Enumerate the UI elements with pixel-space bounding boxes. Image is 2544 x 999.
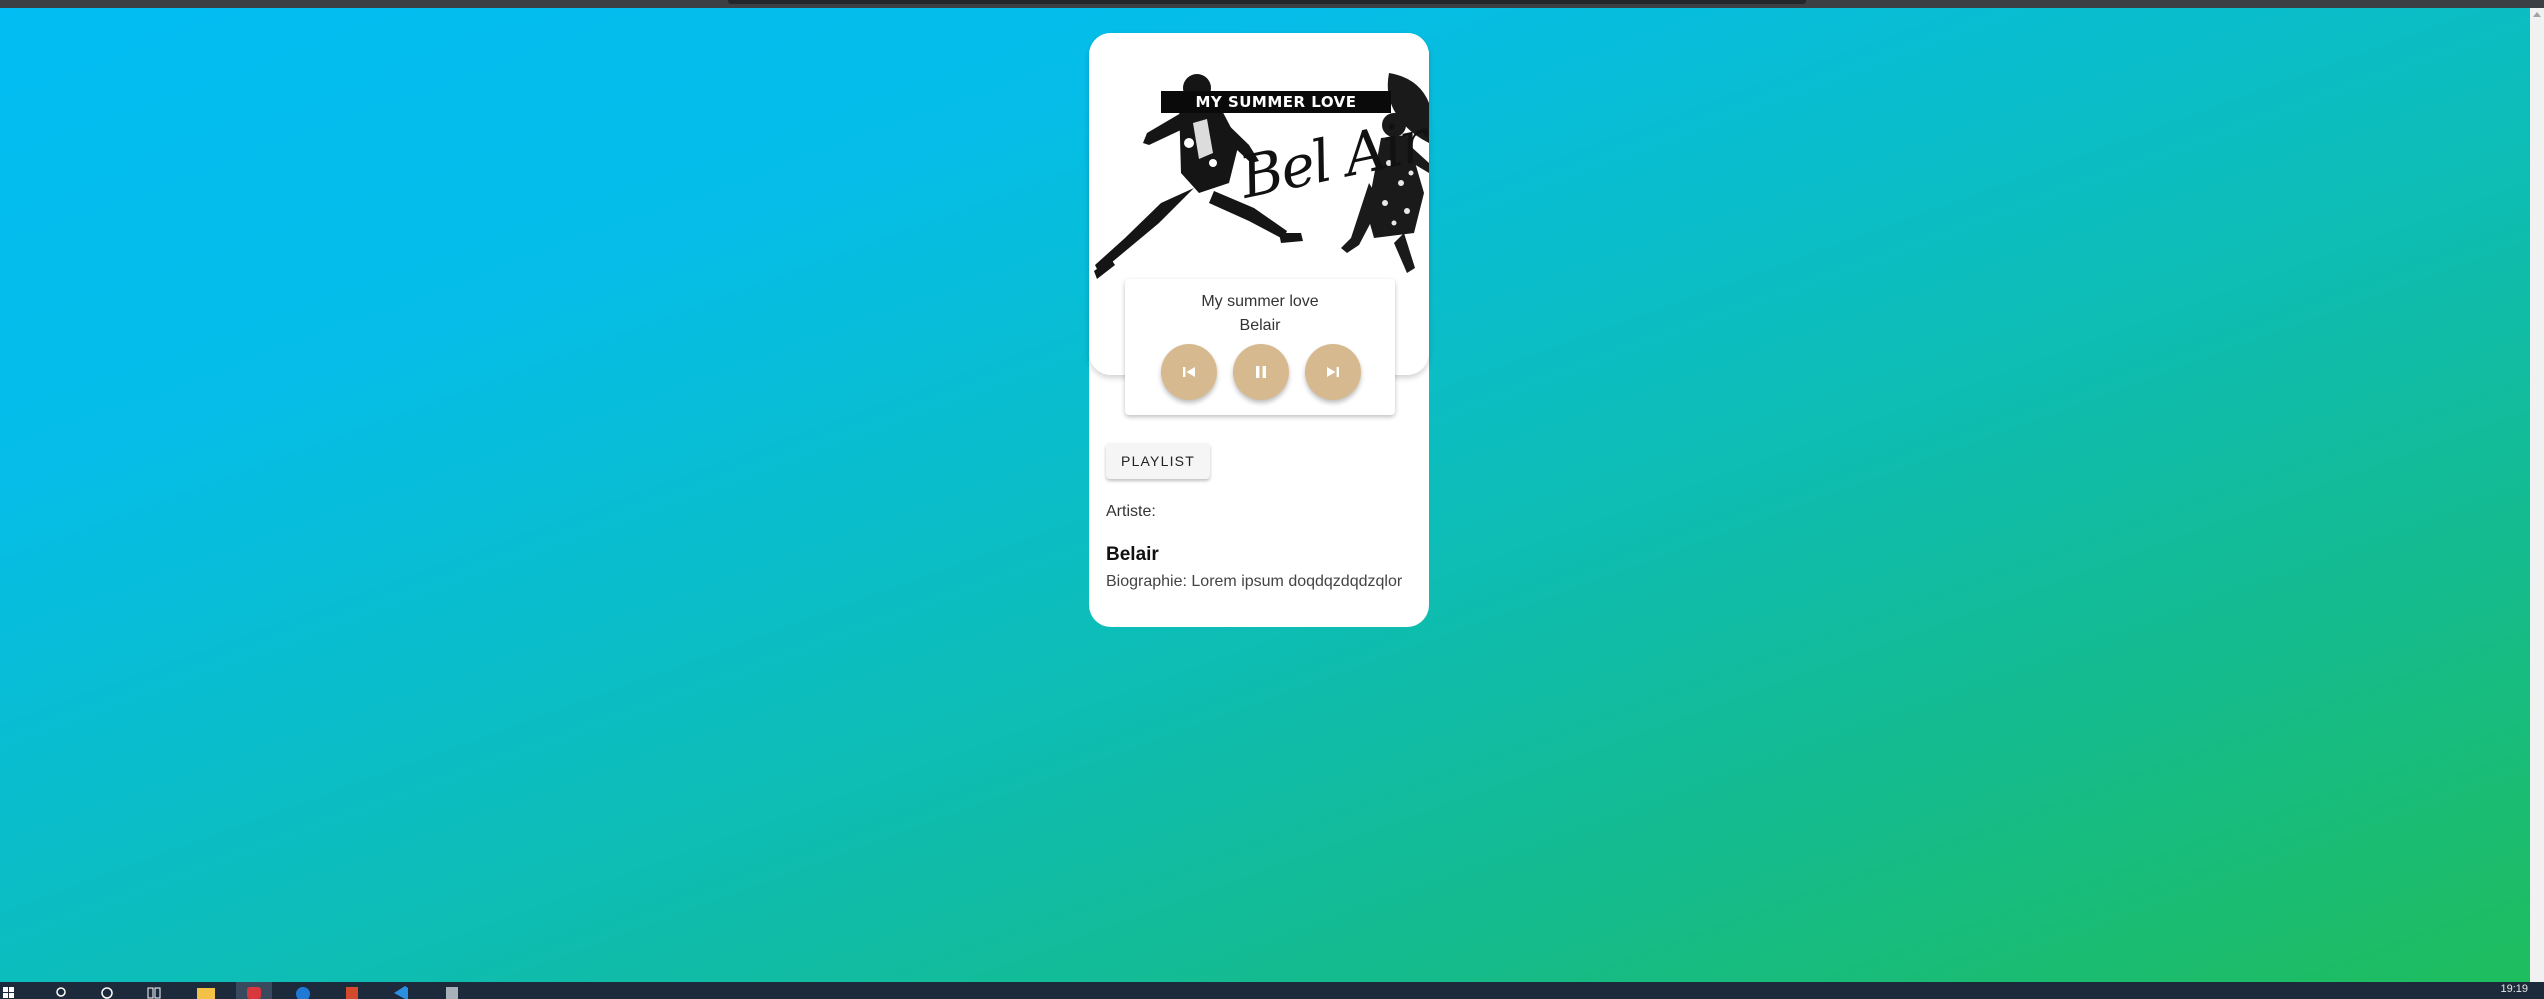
app-grey-icon[interactable] bbox=[444, 984, 460, 999]
active-app-highlight[interactable] bbox=[236, 982, 272, 999]
windows-taskbar: 19:19 bbox=[0, 982, 2544, 999]
previous-track-button[interactable] bbox=[1161, 344, 1217, 400]
vscode-icon[interactable] bbox=[392, 984, 410, 999]
skip-previous-icon bbox=[1183, 367, 1195, 377]
pause-icon bbox=[1256, 366, 1266, 378]
address-bar[interactable] bbox=[728, 0, 1806, 4]
track-title: My summer love bbox=[1201, 293, 1319, 310]
pause-button[interactable] bbox=[1233, 344, 1289, 400]
player-controls-panel: My summer love Belair bbox=[1125, 279, 1395, 415]
skip-next-icon bbox=[1327, 367, 1339, 377]
file-explorer-icon[interactable] bbox=[196, 984, 216, 999]
browser-top-bar bbox=[0, 0, 2544, 8]
cortana-icon[interactable] bbox=[100, 984, 114, 999]
cover-title: MY SUMMER LOVE bbox=[1195, 93, 1357, 111]
scroll-up-arrow-icon[interactable] bbox=[2533, 12, 2541, 17]
music-player-card: MY SUMMER LOVE Bel Air My summer love Be… bbox=[1089, 33, 1429, 627]
office-icon[interactable] bbox=[344, 984, 360, 999]
task-view-icon[interactable] bbox=[146, 984, 162, 999]
track-artist: Belair bbox=[1239, 317, 1281, 334]
windows-start-icon[interactable] bbox=[2, 984, 16, 999]
next-track-button[interactable] bbox=[1305, 344, 1361, 400]
taskbar-clock[interactable]: 19:19 bbox=[2500, 983, 2528, 995]
artist-section-label: Artiste: bbox=[1106, 503, 1156, 520]
artist-name: Belair bbox=[1106, 544, 1159, 565]
search-icon[interactable] bbox=[54, 984, 68, 999]
playlist-button[interactable]: PLAYLIST bbox=[1106, 443, 1210, 479]
artist-biography: Biographie: Lorem ipsum doqdqzdqdzqlor bbox=[1106, 573, 1403, 590]
page-scrollbar[interactable] bbox=[2530, 8, 2544, 982]
app-red-icon bbox=[247, 987, 261, 999]
edge-icon[interactable] bbox=[294, 984, 312, 999]
